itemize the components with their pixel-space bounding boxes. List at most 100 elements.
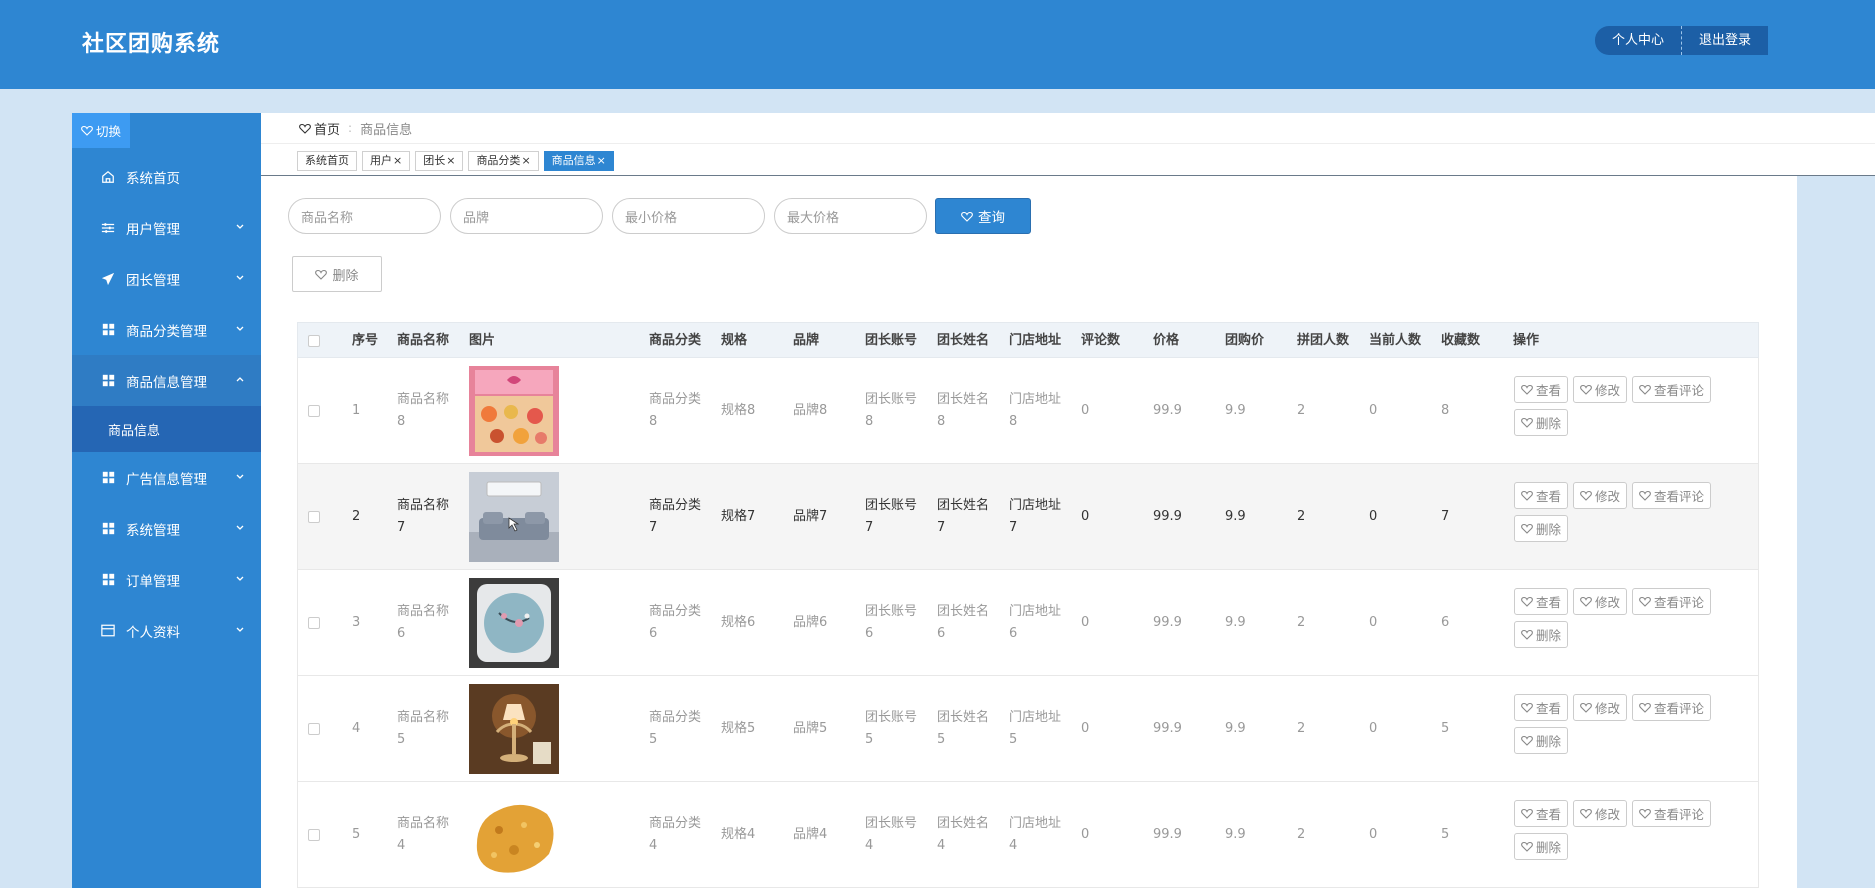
brand-input[interactable] xyxy=(450,198,603,234)
cell-comments: 0 xyxy=(1081,615,1090,630)
table-row[interactable]: 2 商品名称7 商品分类7 规格7 品牌7 团长账号7 团长姓名7 门店地址7 … xyxy=(297,464,1759,570)
sidebar-item-label: 个人资料 xyxy=(126,624,180,641)
edit-button[interactable]: 修改 xyxy=(1573,482,1628,509)
tab-home[interactable]: 系统首页 xyxy=(297,151,357,171)
profile-center-button[interactable]: 个人中心 xyxy=(1595,26,1683,55)
view-comments-button[interactable]: 查看评论 xyxy=(1632,588,1712,615)
sidebar-subitem-product-info[interactable]: 商品信息 xyxy=(72,406,261,452)
sliders-icon xyxy=(100,220,116,236)
cell-current: 0 xyxy=(1369,509,1378,524)
view-comments-button[interactable]: 查看评论 xyxy=(1632,482,1712,509)
sidebar-item-order-management[interactable]: 订单管理 xyxy=(72,554,261,605)
view-button[interactable]: 查看 xyxy=(1514,800,1569,827)
delete-button[interactable]: 删除 xyxy=(1514,727,1569,754)
heart-icon xyxy=(1580,808,1592,819)
heart-icon xyxy=(1639,808,1651,819)
breadcrumb: 首页 : 商品信息 xyxy=(261,113,1875,143)
heart-icon xyxy=(1521,735,1533,746)
card-icon xyxy=(100,623,116,639)
heart-icon xyxy=(1521,629,1533,640)
edit-button[interactable]: 修改 xyxy=(1573,588,1628,615)
view-button[interactable]: 查看 xyxy=(1514,588,1569,615)
min-price-input[interactable] xyxy=(612,198,765,234)
breadcrumb-home-label: 首页 xyxy=(314,122,341,138)
max-price-input[interactable] xyxy=(774,198,927,234)
tab-label: 系统首页 xyxy=(305,154,349,167)
cell-current: 0 xyxy=(1369,827,1378,842)
view-label: 查看 xyxy=(1536,383,1562,398)
edit-label: 修改 xyxy=(1595,807,1621,822)
sidebar-item-profile[interactable]: 个人资料 xyxy=(72,605,261,656)
close-icon[interactable]: × xyxy=(597,154,606,167)
cell-image xyxy=(469,464,559,570)
view-comments-label: 查看评论 xyxy=(1654,595,1705,610)
close-icon[interactable]: × xyxy=(521,154,530,167)
query-button[interactable]: 查询 xyxy=(935,198,1031,234)
table-header: 序号 商品名称 图片 商品分类 规格 品牌 团长账号 团长姓名 门店地址 评论数… xyxy=(297,322,1759,358)
tag-list: 系统首页 用户× 团长× 商品分类× 商品信息× xyxy=(297,151,614,171)
cell-image xyxy=(469,570,559,676)
logout-button[interactable]: 退出登录 xyxy=(1682,26,1769,55)
cell-group-price: 9.9 xyxy=(1225,615,1246,630)
sidebar-item-product-management[interactable]: 商品信息管理 xyxy=(72,355,261,406)
cell-group-size: 2 xyxy=(1297,827,1306,842)
table-row[interactable]: 4 商品名称5 商品分类5 规格5 品牌5 团长账号5 团长姓名5 门店地址5 … xyxy=(297,676,1759,782)
cell-comments: 0 xyxy=(1081,721,1090,736)
close-icon[interactable]: × xyxy=(446,154,455,167)
table-row[interactable]: 3 商品名称6 商品分类6 规格6 品牌6 团长账号6 团长姓名6 门店地址6 … xyxy=(297,570,1759,676)
sidebar-item-category-management[interactable]: 商品分类管理 xyxy=(72,304,261,355)
cell-index: 1 xyxy=(352,403,361,418)
edit-button[interactable]: 修改 xyxy=(1573,694,1628,721)
cell-group-size: 2 xyxy=(1297,721,1306,736)
view-button[interactable]: 查看 xyxy=(1514,482,1569,509)
sidebar-item-leader-management[interactable]: 团长管理 xyxy=(72,253,261,304)
cell-leader-name: 团长姓名6 xyxy=(937,604,990,641)
view-comments-button[interactable]: 查看评论 xyxy=(1632,694,1712,721)
breadcrumb-home[interactable]: 首页 xyxy=(299,119,340,138)
sidebar-item-system-management[interactable]: 系统管理 xyxy=(72,503,261,554)
sidebar-item-ad-management[interactable]: 广告信息管理 xyxy=(72,452,261,503)
tab-leaders[interactable]: 团长× xyxy=(415,151,464,171)
close-icon[interactable]: × xyxy=(393,154,402,167)
sidebar-item-home[interactable]: 系统首页 xyxy=(72,151,261,202)
table-row[interactable]: 1 商品名称8 商品分类8 规格8 品牌8 团长账号8 团长姓名8 门店地址8 … xyxy=(297,358,1759,464)
edit-button[interactable]: 修改 xyxy=(1573,376,1628,403)
row-checkbox[interactable] xyxy=(308,782,320,888)
product-image-gift-box xyxy=(469,366,559,456)
delete-button[interactable]: 删除 xyxy=(1514,409,1569,436)
row-checkbox[interactable] xyxy=(308,358,320,464)
delete-button[interactable]: 删除 xyxy=(1514,515,1569,542)
product-name-input[interactable] xyxy=(288,198,441,234)
app-title: 社区团购系统 xyxy=(82,32,221,57)
edit-button[interactable]: 修改 xyxy=(1573,800,1628,827)
cell-price: 99.9 xyxy=(1153,509,1182,524)
row-checkbox[interactable] xyxy=(308,570,320,676)
sidebar-toggle-button[interactable]: 切换 xyxy=(72,113,130,148)
sidebar-item-user-management[interactable]: 用户管理 xyxy=(72,202,261,253)
breadcrumb-separator: : xyxy=(348,121,353,135)
view-button[interactable]: 查看 xyxy=(1514,694,1569,721)
view-label: 查看 xyxy=(1536,807,1562,822)
delete-button[interactable]: 删除 xyxy=(1514,621,1569,648)
cell-price: 99.9 xyxy=(1153,827,1182,842)
row-checkbox[interactable] xyxy=(308,676,320,782)
tab-users[interactable]: 用户× xyxy=(362,151,411,171)
table-row[interactable]: 5 商品名称4 商品分类4 规格4 品牌4 团长账号4 团长姓名4 门店地址4 … xyxy=(297,782,1759,888)
view-comments-button[interactable]: 查看评论 xyxy=(1632,800,1712,827)
batch-delete-button[interactable]: 删除 xyxy=(292,256,382,292)
tab-product-info[interactable]: 商品信息× xyxy=(543,151,614,171)
th-address: 门店地址 xyxy=(1009,333,1062,348)
view-comments-button[interactable]: 查看评论 xyxy=(1632,376,1712,403)
home-icon xyxy=(100,169,116,185)
row-checkbox[interactable] xyxy=(308,464,320,570)
tab-categories[interactable]: 商品分类× xyxy=(468,151,539,171)
cell-group-price: 9.9 xyxy=(1225,827,1246,842)
sidebar-item-label: 系统管理 xyxy=(126,522,180,539)
view-comments-label: 查看评论 xyxy=(1654,489,1705,504)
delete-button[interactable]: 删除 xyxy=(1514,833,1569,860)
view-button[interactable]: 查看 xyxy=(1514,376,1569,403)
cell-name: 商品名称4 xyxy=(397,816,450,853)
cell-group-size: 2 xyxy=(1297,403,1306,418)
select-all-checkbox[interactable] xyxy=(308,335,320,347)
chevron-down-icon xyxy=(236,576,244,581)
